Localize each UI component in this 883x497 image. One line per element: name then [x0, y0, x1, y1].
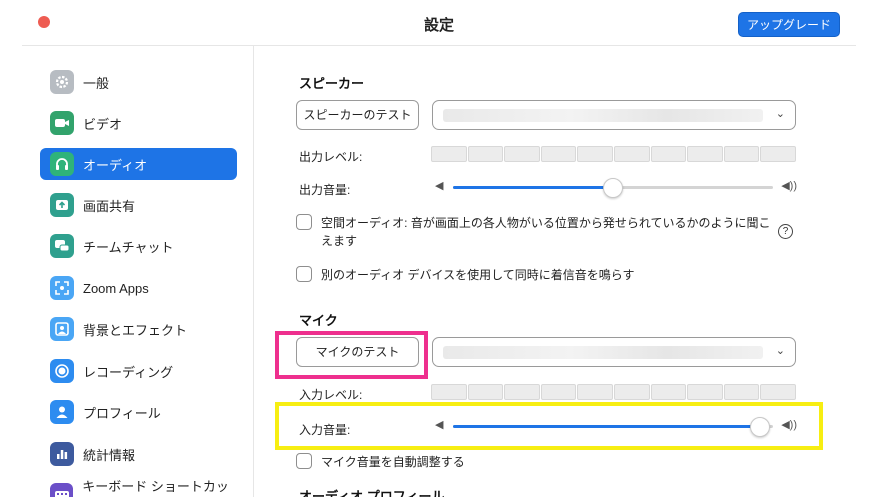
speaker-device-value: [443, 109, 763, 122]
gear-icon: [50, 70, 74, 94]
sidebar-item-label: オーディオ: [83, 157, 148, 173]
help-icon[interactable]: ?: [778, 224, 793, 239]
speaker-device-select[interactable]: ⌄: [432, 100, 796, 130]
bar-chart-icon: [50, 442, 74, 466]
background-icon: [50, 317, 74, 341]
input-level-label: 入力レベル:: [299, 388, 363, 402]
sidebar-item-label: Zoom Apps: [83, 280, 149, 296]
window-title: 設定: [423, 17, 454, 34]
separate-ringtone-checkbox[interactable]: 別のオーディオ デバイスを使用して同時に着信音を鳴らす: [296, 266, 635, 284]
checkbox-box[interactable]: [296, 214, 312, 230]
sidebar-item-label: ビデオ: [83, 116, 123, 132]
sidebar-item-background[interactable]: 背景とエフェクト: [40, 313, 237, 345]
sidebar-item-recording[interactable]: レコーディング: [40, 355, 237, 387]
upgrade-button[interactable]: アップグレード: [737, 12, 840, 37]
checkbox-label: マイク音量を自動調整する: [321, 455, 465, 469]
sidebar-item-zoom-apps[interactable]: Zoom Apps: [40, 272, 237, 304]
sidebar-item-screen-share[interactable]: 画面共有: [40, 189, 237, 221]
output-volume-slider[interactable]: ◀ ◀)): [435, 177, 797, 198]
sidebar-item-keyboard-shortcuts[interactable]: キーボード ショートカット: [40, 479, 237, 497]
keyboard-icon: [50, 483, 74, 497]
mic-device-select[interactable]: ⌄: [432, 337, 796, 367]
mic-device-value: [443, 346, 763, 359]
person-icon: [50, 400, 74, 424]
sidebar-item-audio[interactable]: オーディオ: [40, 148, 237, 180]
sidebar-item-general[interactable]: 一般: [40, 66, 237, 98]
mic-section-title: マイク: [299, 313, 338, 328]
sidebar-item-label: 背景とエフェクト: [83, 322, 188, 338]
apps-icon: [50, 276, 74, 300]
mic-test-highlight: [275, 331, 428, 379]
checkbox-label: 別のオーディオ デバイスを使用して同時に着信音を鳴らす: [321, 268, 635, 282]
checkbox-label: 空間オーディオ: 音が画面上の各人物がいる位置から発せられているかのように聞こえ…: [321, 216, 771, 248]
output-volume-label: 出力音量:: [299, 183, 351, 197]
output-level-label: 出力レベル:: [299, 150, 363, 164]
sidebar: 一般 ビデオ オーディオ 画面共有 チームチャット Zoom Apps 背景とエ…: [22, 46, 254, 497]
speaker-section-title: スピーカー: [299, 76, 365, 91]
speaker-test-button[interactable]: スピーカーのテスト: [296, 100, 419, 130]
speaker-low-icon: ◀: [435, 180, 444, 192]
sidebar-item-label: 一般: [83, 75, 110, 91]
sidebar-item-label: キーボード ショートカット: [82, 479, 229, 494]
sidebar-item-profile[interactable]: プロフィール: [40, 396, 237, 428]
slider-knob[interactable]: [603, 178, 623, 198]
checkbox-box[interactable]: [296, 453, 312, 469]
speaker-high-icon: ◀)): [781, 180, 797, 192]
input-volume-highlight: [275, 402, 823, 450]
spatial-audio-checkbox[interactable]: 空間オーディオ: 音が画面上の各人物がいる位置から発せられているかのように聞こえ…: [296, 214, 776, 250]
slider-track: [453, 178, 773, 198]
chevron-down-icon: ⌄: [775, 108, 785, 120]
input-level-meter: [431, 384, 796, 400]
audio-profile-section-title: オーディオ プロフィール: [299, 489, 445, 497]
headphones-icon: [50, 152, 74, 176]
sidebar-item-label: 画面共有: [83, 198, 136, 214]
chevron-down-icon: ⌄: [775, 345, 785, 357]
auto-adjust-mic-checkbox[interactable]: マイク音量を自動調整する: [296, 453, 465, 471]
output-level-meter: [431, 146, 796, 162]
sidebar-item-video[interactable]: ビデオ: [40, 107, 237, 139]
title-bar: 設定 アップグレード: [22, 0, 856, 46]
chat-bubbles-icon: [50, 234, 74, 258]
slider-fill: [453, 186, 613, 189]
sidebar-item-label: チームチャット: [83, 239, 174, 255]
video-camera-icon: [50, 111, 74, 135]
checkbox-box[interactable]: [296, 266, 312, 282]
sidebar-item-team-chat[interactable]: チームチャット: [40, 230, 237, 262]
sidebar-item-label: 統計情報: [83, 447, 136, 463]
share-screen-icon: [50, 193, 74, 217]
record-icon: [50, 359, 74, 383]
sidebar-item-label: レコーディング: [83, 364, 174, 380]
sidebar-item-label: プロフィール: [83, 405, 161, 421]
sidebar-item-statistics[interactable]: 統計情報: [40, 438, 237, 470]
